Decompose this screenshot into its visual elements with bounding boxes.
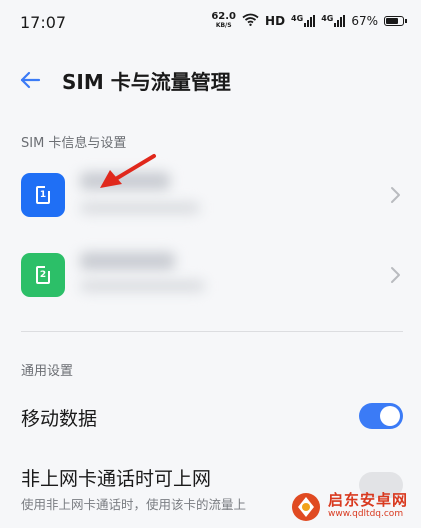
sim-1-number: 1 bbox=[39, 190, 47, 200]
page-header: SIM 卡与流量管理 bbox=[0, 52, 421, 108]
sim-section-label: SIM 卡信息与设置 bbox=[21, 136, 127, 151]
sim-2-number: 2 bbox=[39, 270, 47, 280]
chevron-right-icon bbox=[391, 187, 400, 203]
page-title: SIM 卡与流量管理 bbox=[62, 70, 231, 94]
sim-card-icon: 2 bbox=[36, 266, 50, 284]
hd-label: HD bbox=[265, 14, 286, 28]
watermark: 启东安卓网 www.qdltdq.com bbox=[290, 487, 418, 527]
wifi-icon bbox=[242, 13, 259, 29]
watermark-url: www.qdltdq.com bbox=[328, 509, 404, 519]
mobile-data-title: 移动数据 bbox=[21, 408, 98, 430]
sim-card-icon: 1 bbox=[36, 186, 50, 204]
toggle-knob bbox=[380, 406, 400, 426]
redacted-sim-2-number bbox=[80, 280, 205, 292]
mobile-data-row[interactable]: 移动数据 bbox=[0, 392, 421, 442]
signal-2-label: 4G bbox=[321, 14, 334, 23]
network-speed: 62.0 KB/S bbox=[211, 12, 236, 30]
sim-card-row-1[interactable]: 1 bbox=[0, 158, 421, 238]
mobile-data-toggle[interactable] bbox=[359, 403, 403, 429]
chevron-right-icon bbox=[391, 267, 400, 283]
signal-icon: 4G bbox=[291, 14, 316, 27]
battery-percent: 67% bbox=[351, 14, 378, 28]
sim-2-badge: 2 bbox=[21, 253, 65, 297]
signal-1-label: 4G bbox=[291, 14, 304, 23]
watermark-logo-icon bbox=[292, 493, 320, 521]
status-time: 17:07 bbox=[20, 13, 67, 32]
back-button[interactable] bbox=[14, 64, 46, 96]
status-icons: 62.0 KB/S HD 4G 4G 67% bbox=[211, 12, 407, 30]
status-bar: 17:07 62.0 KB/S HD 4G 4G 67% bbox=[0, 0, 421, 46]
network-speed-unit: KB/S bbox=[215, 22, 232, 29]
redacted-sim-1-number bbox=[80, 202, 200, 214]
network-speed-value: 62.0 bbox=[211, 11, 237, 22]
arrow-left-icon bbox=[20, 71, 41, 89]
non-data-card-call-title: 非上网卡通话时可上网 bbox=[21, 468, 212, 490]
sim-1-badge: 1 bbox=[21, 173, 65, 217]
sim-card-row-2[interactable]: 2 bbox=[0, 238, 421, 318]
signal-icon: 4G bbox=[321, 14, 346, 27]
section-divider bbox=[21, 331, 403, 332]
general-section-label: 通用设置 bbox=[21, 364, 74, 379]
redacted-sim-2-name bbox=[80, 252, 175, 270]
battery-icon bbox=[384, 16, 407, 26]
annotation-arrow-icon bbox=[100, 154, 156, 188]
non-data-card-call-subtitle: 使用非上网卡通话时，使用该卡的流量上 bbox=[21, 497, 247, 512]
watermark-name: 启东安卓网 bbox=[328, 491, 409, 509]
